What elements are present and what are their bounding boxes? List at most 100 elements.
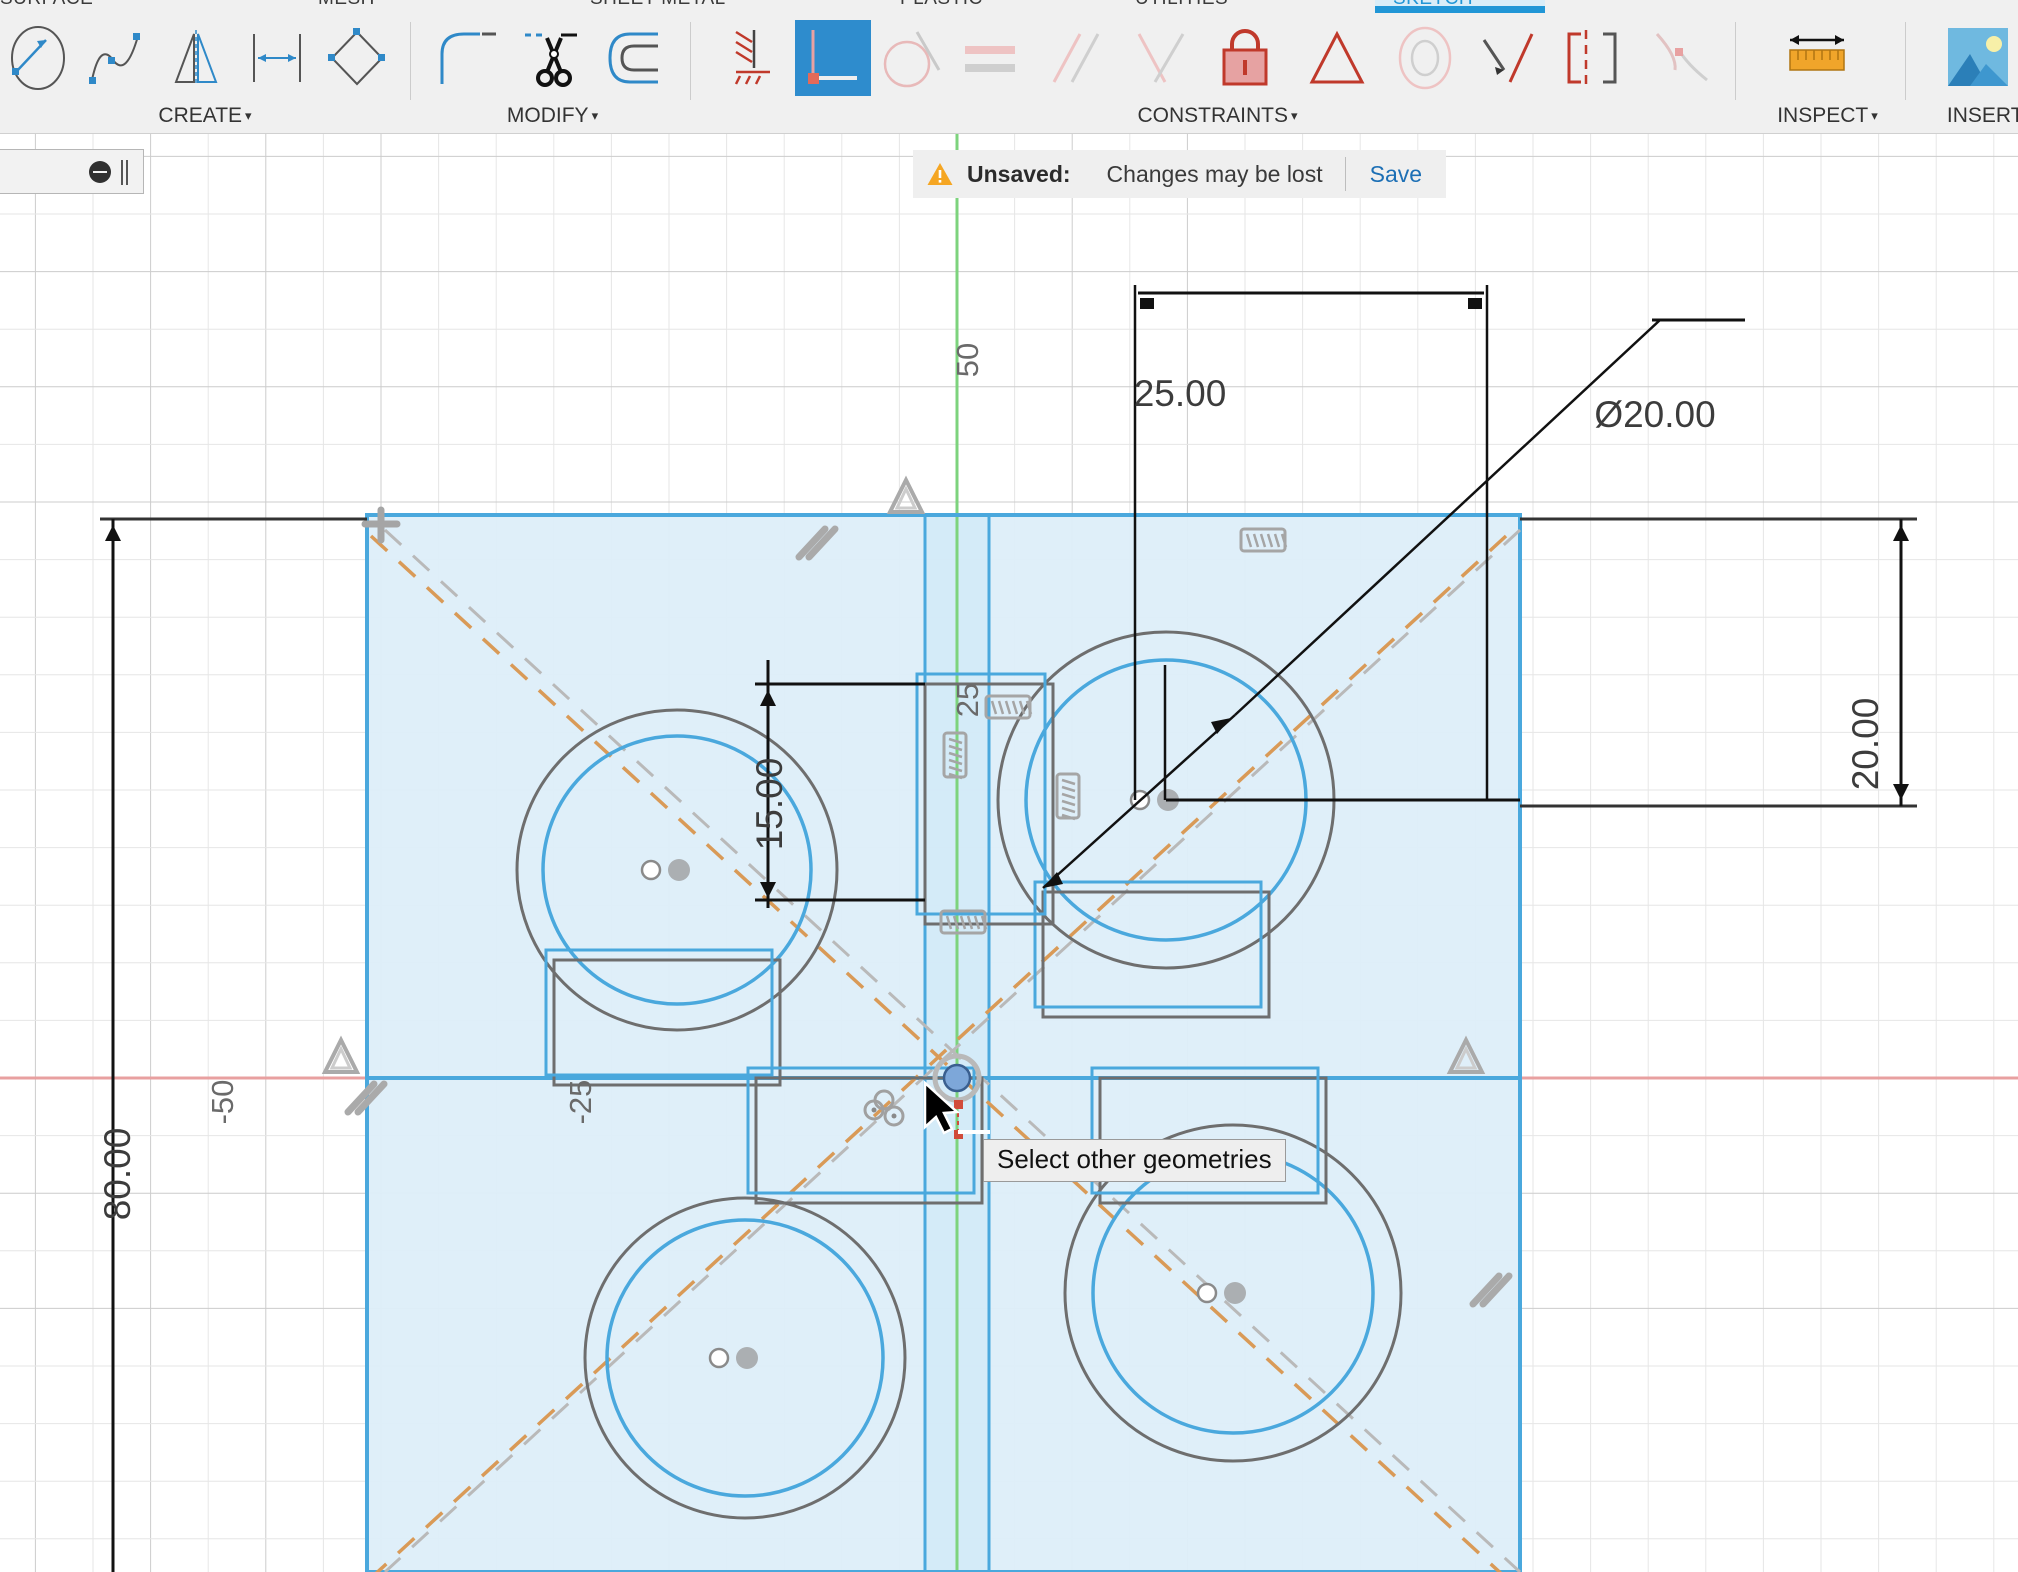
environment-tab-strip: SURFACE MESH SHEET METAL PLASTIC UTILITIES SK… bbox=[0, 0, 2018, 14]
create-polygon-icon-glyph bbox=[320, 20, 396, 96]
unsaved-message: Changes may be lost bbox=[1107, 161, 1323, 188]
create-dimension-icon-glyph bbox=[240, 20, 316, 96]
constraint-collinear-icon-glyph bbox=[1470, 20, 1546, 96]
panel-divider bbox=[690, 22, 691, 100]
create-arc-icon-glyph bbox=[0, 20, 76, 96]
dim-vertical-80-label[interactable]: 80.00 bbox=[97, 1128, 138, 1221]
hole-bottom-left-center-open[interactable] bbox=[710, 1349, 728, 1367]
constraint-parallel-icon-glyph bbox=[1040, 20, 1116, 96]
canvas-tooltip: Select other geometries bbox=[983, 1139, 1286, 1182]
hole-top-left-center-open[interactable] bbox=[642, 861, 660, 879]
create-polygon-icon[interactable] bbox=[320, 20, 396, 96]
modify-fillet-icon[interactable] bbox=[430, 20, 506, 96]
axis-tick-label-neg50: -50 bbox=[205, 1080, 240, 1125]
sketch-scene: 25.00 Ø20.00 20.00 15.00 80.00 50 25 -25 -50 bbox=[0, 134, 2018, 1572]
inspect-measure-icon-glyph bbox=[1780, 20, 1856, 96]
axis-tick-label-neg25: -25 bbox=[563, 1080, 598, 1125]
hole-bottom-right-center-point[interactable] bbox=[1224, 1282, 1246, 1304]
panel-label-modify[interactable]: MODIFY▾ bbox=[415, 104, 690, 128]
hole-bottom-left-center-point[interactable] bbox=[736, 1347, 758, 1369]
inspect-measure-icon[interactable] bbox=[1780, 20, 1856, 96]
panel-label-constraints[interactable]: CONSTRAINTS▾ bbox=[700, 104, 1735, 128]
chevron-down-icon: ▾ bbox=[245, 108, 252, 123]
constraint-vertical-icon[interactable] bbox=[1555, 20, 1631, 96]
panel-divider bbox=[410, 22, 411, 100]
minus-circle-icon[interactable] bbox=[89, 161, 111, 183]
panel-label-create[interactable]: CREATE▾ bbox=[0, 104, 410, 128]
ribbon-panels: CREATE▾MODIFY▾ CONSTRAINTS▾ INSPECT▾INSERT… bbox=[0, 14, 2018, 134]
modify-offset-icon-glyph bbox=[600, 20, 676, 96]
panel-label-inspect[interactable]: INSPECT▾ bbox=[1745, 104, 1910, 128]
constraint-fix-ground-icon-glyph bbox=[718, 20, 794, 96]
constraint-perpendicular-icon-glyph bbox=[795, 20, 871, 96]
panel-label-insert[interactable]: INSERT▾ bbox=[1915, 104, 2018, 128]
grip-bars-icon[interactable] bbox=[121, 160, 131, 185]
constraint-concentric-icon-glyph bbox=[1388, 20, 1464, 96]
dim20-arrow-bottom bbox=[1893, 784, 1909, 800]
sketch-canvas[interactable]: 25.00 Ø20.00 20.00 15.00 80.00 50 25 -25 -50 bbox=[0, 134, 2018, 1572]
dim80-arrow-top bbox=[105, 525, 121, 541]
constraint-vertical-icon-glyph bbox=[1555, 20, 1631, 96]
create-spline-icon-glyph bbox=[80, 20, 156, 96]
tab-sketch[interactable]: SKETCH bbox=[1393, 0, 1473, 14]
dim-vertical-15-label[interactable]: 15.00 bbox=[749, 758, 790, 851]
axis-tick-label-50: 50 bbox=[950, 343, 985, 377]
panel-divider bbox=[1735, 22, 1736, 100]
unsaved-notification-bar: Unsaved: Changes may be lost Save bbox=[913, 150, 1446, 198]
chevron-down-icon: ▾ bbox=[1291, 108, 1298, 123]
constraint-curvature-icon[interactable] bbox=[1645, 20, 1721, 96]
constraint-symmetry-icon[interactable] bbox=[1300, 20, 1376, 96]
fusion360-window: SURFACE MESH SHEET METAL PLASTIC UTILITIES SK… bbox=[0, 0, 2018, 1572]
insert-image-icon[interactable] bbox=[1940, 20, 2016, 96]
constraint-fix-lock-icon[interactable] bbox=[1208, 20, 1284, 96]
save-button[interactable]: Save bbox=[1370, 161, 1422, 188]
dim25-arrow-right bbox=[1468, 298, 1482, 309]
warning-triangle-icon bbox=[927, 162, 953, 186]
dim-vertical-20-label[interactable]: 20.00 bbox=[1845, 698, 1886, 791]
sketch-palette-collapsed-panel[interactable] bbox=[0, 149, 144, 194]
divider bbox=[1345, 157, 1346, 191]
constraint-equal-icon-glyph bbox=[955, 20, 1031, 96]
modify-fillet-icon-glyph bbox=[430, 20, 506, 96]
constraint-fix-ground-icon[interactable] bbox=[718, 20, 794, 96]
ribbon-toolbar: SURFACE MESH SHEET METAL PLASTIC UTILITIES SK… bbox=[0, 0, 2018, 134]
dim-horizontal-25-label[interactable]: 25.00 bbox=[1134, 373, 1227, 414]
dim-diameter-20-label[interactable]: Ø20.00 bbox=[1594, 394, 1715, 435]
tab-surface[interactable]: SURFACE bbox=[0, 0, 93, 14]
create-dimension-icon[interactable] bbox=[240, 20, 316, 96]
constraint-equal-icon[interactable] bbox=[955, 20, 1031, 96]
axis-tick-label-25: 25 bbox=[950, 683, 985, 717]
constraint-symmetry-glyph[interactable] bbox=[890, 480, 922, 512]
sketch-origin-point[interactable] bbox=[944, 1065, 970, 1091]
dim25-arrow-left bbox=[1140, 298, 1154, 309]
hole-top-left-center-point[interactable] bbox=[668, 859, 690, 881]
constraint-parallel-icon[interactable] bbox=[1040, 20, 1116, 96]
constraint-curvature-icon-glyph bbox=[1645, 20, 1721, 96]
constraint-fix-lock-icon-glyph bbox=[1208, 20, 1284, 96]
tab-mesh[interactable]: MESH bbox=[318, 0, 375, 14]
constraint-concentric-icon[interactable] bbox=[1388, 20, 1464, 96]
tab-plastic[interactable]: PLASTIC bbox=[900, 0, 983, 14]
create-arc-icon[interactable] bbox=[0, 20, 76, 96]
chevron-down-icon: ▾ bbox=[1871, 108, 1878, 123]
constraint-tangent-icon[interactable] bbox=[877, 20, 953, 96]
modify-trim-icon-glyph bbox=[513, 20, 589, 96]
constraint-collinear-icon[interactable] bbox=[1470, 20, 1546, 96]
unsaved-title: Unsaved: bbox=[967, 161, 1071, 188]
panel-divider bbox=[1905, 22, 1906, 100]
insert-image-icon-glyph bbox=[1940, 20, 2016, 96]
constraint-symmetry-icon-glyph bbox=[1300, 20, 1376, 96]
dim20-arrow-top bbox=[1893, 525, 1909, 541]
create-mirror-icon[interactable] bbox=[160, 20, 236, 96]
tab-utilities[interactable]: UTILITIES bbox=[1135, 0, 1228, 14]
constraint-midpoint-icon-glyph bbox=[1125, 20, 1201, 96]
constraint-midpoint-icon[interactable] bbox=[1125, 20, 1201, 96]
create-mirror-icon-glyph bbox=[160, 20, 236, 96]
tab-sheet-metal[interactable]: SHEET METAL bbox=[590, 0, 726, 14]
constraint-perpendicular-icon[interactable] bbox=[795, 20, 871, 96]
modify-trim-icon[interactable] bbox=[513, 20, 589, 96]
hole-bottom-right-center-open[interactable] bbox=[1198, 1284, 1216, 1302]
modify-offset-icon[interactable] bbox=[600, 20, 676, 96]
constraint-symmetry-glyph2[interactable] bbox=[325, 1040, 357, 1072]
create-spline-icon[interactable] bbox=[80, 20, 156, 96]
